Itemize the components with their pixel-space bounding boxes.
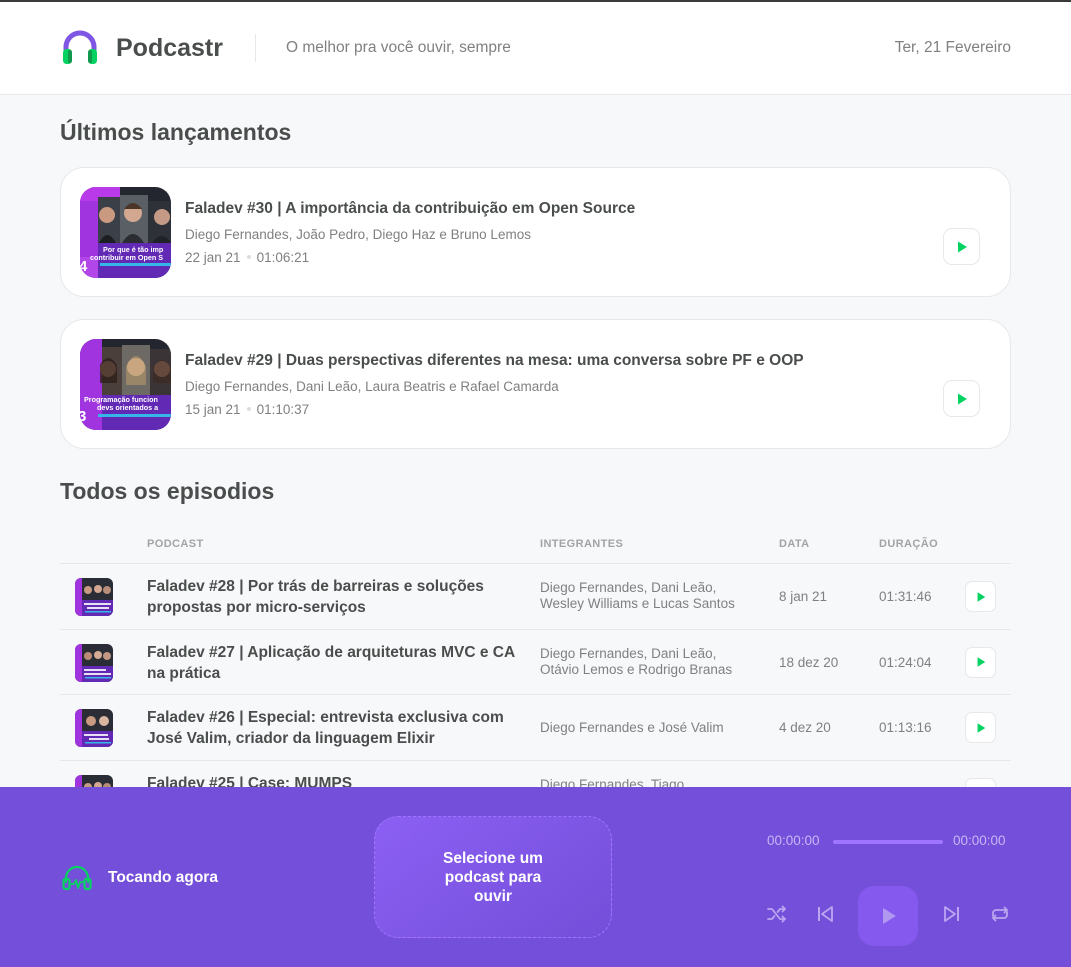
play-episode-button[interactable]	[965, 712, 996, 743]
play-episode-button[interactable]	[943, 380, 980, 417]
player-controls	[766, 886, 1012, 946]
meta-separator-dot	[246, 254, 251, 259]
episode-thumbnail[interactable]	[75, 709, 113, 747]
episode-thumbnail[interactable]: Programação funcion devs orientados a 3	[80, 339, 171, 430]
play-button[interactable]	[858, 886, 918, 946]
episode-duration: 01:06:21	[256, 250, 310, 265]
now-playing-label: Tocando agora	[108, 869, 218, 886]
play-episode-button[interactable]	[965, 581, 996, 612]
table-row[interactable]: Faladev #26 | Especial: entrevista exclu…	[60, 695, 1011, 761]
svg-text:devs orientados a: devs orientados a	[97, 403, 159, 412]
column-header-duration: DURAÇÃO	[879, 538, 939, 550]
table-header: PODCAST INTEGRANTES DATA DURAÇÃO	[60, 520, 1011, 564]
svg-text:contribuir em Open S: contribuir em Open S	[90, 253, 163, 262]
play-icon	[977, 591, 985, 602]
next-button[interactable]	[941, 903, 963, 925]
episode-members: Diego Fernandes e José Valim	[540, 720, 724, 735]
player-progress: 00:00:00 00:00:00	[767, 832, 1010, 850]
latest-episodes-title: Últimos lançamentos	[60, 119, 292, 145]
episode-members: Diego Fernandes, Dani Leão, Wesley Willi…	[540, 580, 735, 611]
play-episode-button[interactable]	[965, 646, 996, 678]
latest-episode-card[interactable]: Programação funcion devs orientados a 3 …	[60, 319, 1011, 449]
episode-members: Diego Fernandes, Dani Leão, Otávio Lemos…	[540, 645, 733, 677]
brand-name: Podcastr	[116, 33, 223, 62]
header-divider	[254, 34, 256, 62]
episode-thumbnail[interactable]: Por que é tão imp contribuir em Open S 4	[80, 187, 171, 278]
episode-date: 18 dez 20	[779, 654, 839, 670]
header-date: Ter, 21 Fevereiro	[894, 39, 1011, 56]
current-time: 00:00:00	[767, 833, 820, 848]
episode-duration: 01:13:16	[879, 720, 932, 735]
shuffle-icon	[767, 905, 786, 923]
empty-player-placeholder: Selecione um podcast para ouvir	[374, 816, 612, 938]
episode-thumbnail[interactable]	[75, 578, 113, 616]
episode-meta: 15 jan 21 01:10:37	[185, 402, 309, 417]
episode-title[interactable]: Faladev #27 | Aplicação de arquiteturas …	[147, 642, 517, 684]
headphones-icon	[62, 865, 92, 891]
shuffle-button[interactable]	[766, 903, 788, 925]
latest-episode-card[interactable]: Por que é tão imp contribuir em Open S 4…	[60, 167, 1011, 297]
repeat-icon	[992, 906, 1008, 922]
episode-thumbnail[interactable]	[75, 643, 113, 682]
table-row[interactable]: Faladev #28 | Por trás de barreiras e so…	[60, 564, 1011, 630]
play-icon	[977, 657, 985, 667]
episode-date: 8 jan 21	[779, 589, 828, 604]
episode-meta: 22 jan 21 01:06:21	[185, 250, 309, 265]
episode-title[interactable]: Faladev #29 | Duas perspectivas diferent…	[185, 352, 804, 370]
column-header-members: INTEGRANTES	[540, 538, 624, 550]
now-playing: Tocando agora	[62, 865, 218, 891]
column-header-podcast: PODCAST	[147, 538, 204, 550]
all-episodes-title: Todos os episodios	[60, 478, 275, 504]
episode-title[interactable]: Faladev #28 | Por trás de barreiras e so…	[147, 576, 517, 618]
total-time: 00:00:00	[953, 833, 1006, 848]
episode-duration: 01:31:46	[879, 589, 932, 604]
meta-separator-dot	[246, 406, 251, 411]
play-icon	[977, 722, 985, 733]
play-icon	[957, 393, 967, 404]
app-header: Podcastr O melhor pra você ouvir, sempre…	[0, 2, 1071, 95]
column-header-date: DATA	[779, 538, 810, 550]
episode-members: Diego Fernandes, João Pedro, Diego Haz e…	[185, 227, 531, 242]
episode-date: 22 jan 21	[185, 250, 241, 265]
episode-members: Diego Fernandes, Dani Leão, Laura Beatri…	[185, 379, 559, 394]
episode-duration: 01:10:37	[256, 402, 310, 417]
progress-slider[interactable]	[833, 840, 943, 844]
play-icon	[883, 908, 896, 924]
previous-button[interactable]	[814, 903, 836, 925]
header-tagline: O melhor pra você ouvir, sempre	[285, 39, 511, 56]
episode-duration: 01:24:04	[879, 654, 932, 670]
svg-text:4: 4	[80, 258, 88, 275]
svg-text:3: 3	[80, 408, 86, 425]
headphones-logo-icon	[63, 30, 97, 64]
table-row[interactable]: Faladev #27 | Aplicação de arquiteturas …	[60, 630, 1011, 695]
player-bar: Tocando agora Selecione um podcast para …	[0, 787, 1071, 967]
play-icon	[957, 241, 967, 252]
skip-previous-icon	[818, 906, 833, 922]
episode-title[interactable]: Faladev #26 | Especial: entrevista exclu…	[147, 707, 517, 749]
episode-date: 15 jan 21	[185, 402, 241, 417]
skip-next-icon	[944, 906, 959, 922]
episodes-table: PODCAST INTEGRANTES DATA DURAÇÃO Faladev…	[60, 520, 1011, 826]
repeat-button[interactable]	[988, 903, 1012, 925]
episode-date: 4 dez 20	[779, 720, 831, 735]
episode-title[interactable]: Faladev #30 | A importância da contribui…	[185, 200, 635, 218]
play-episode-button[interactable]	[943, 228, 980, 265]
